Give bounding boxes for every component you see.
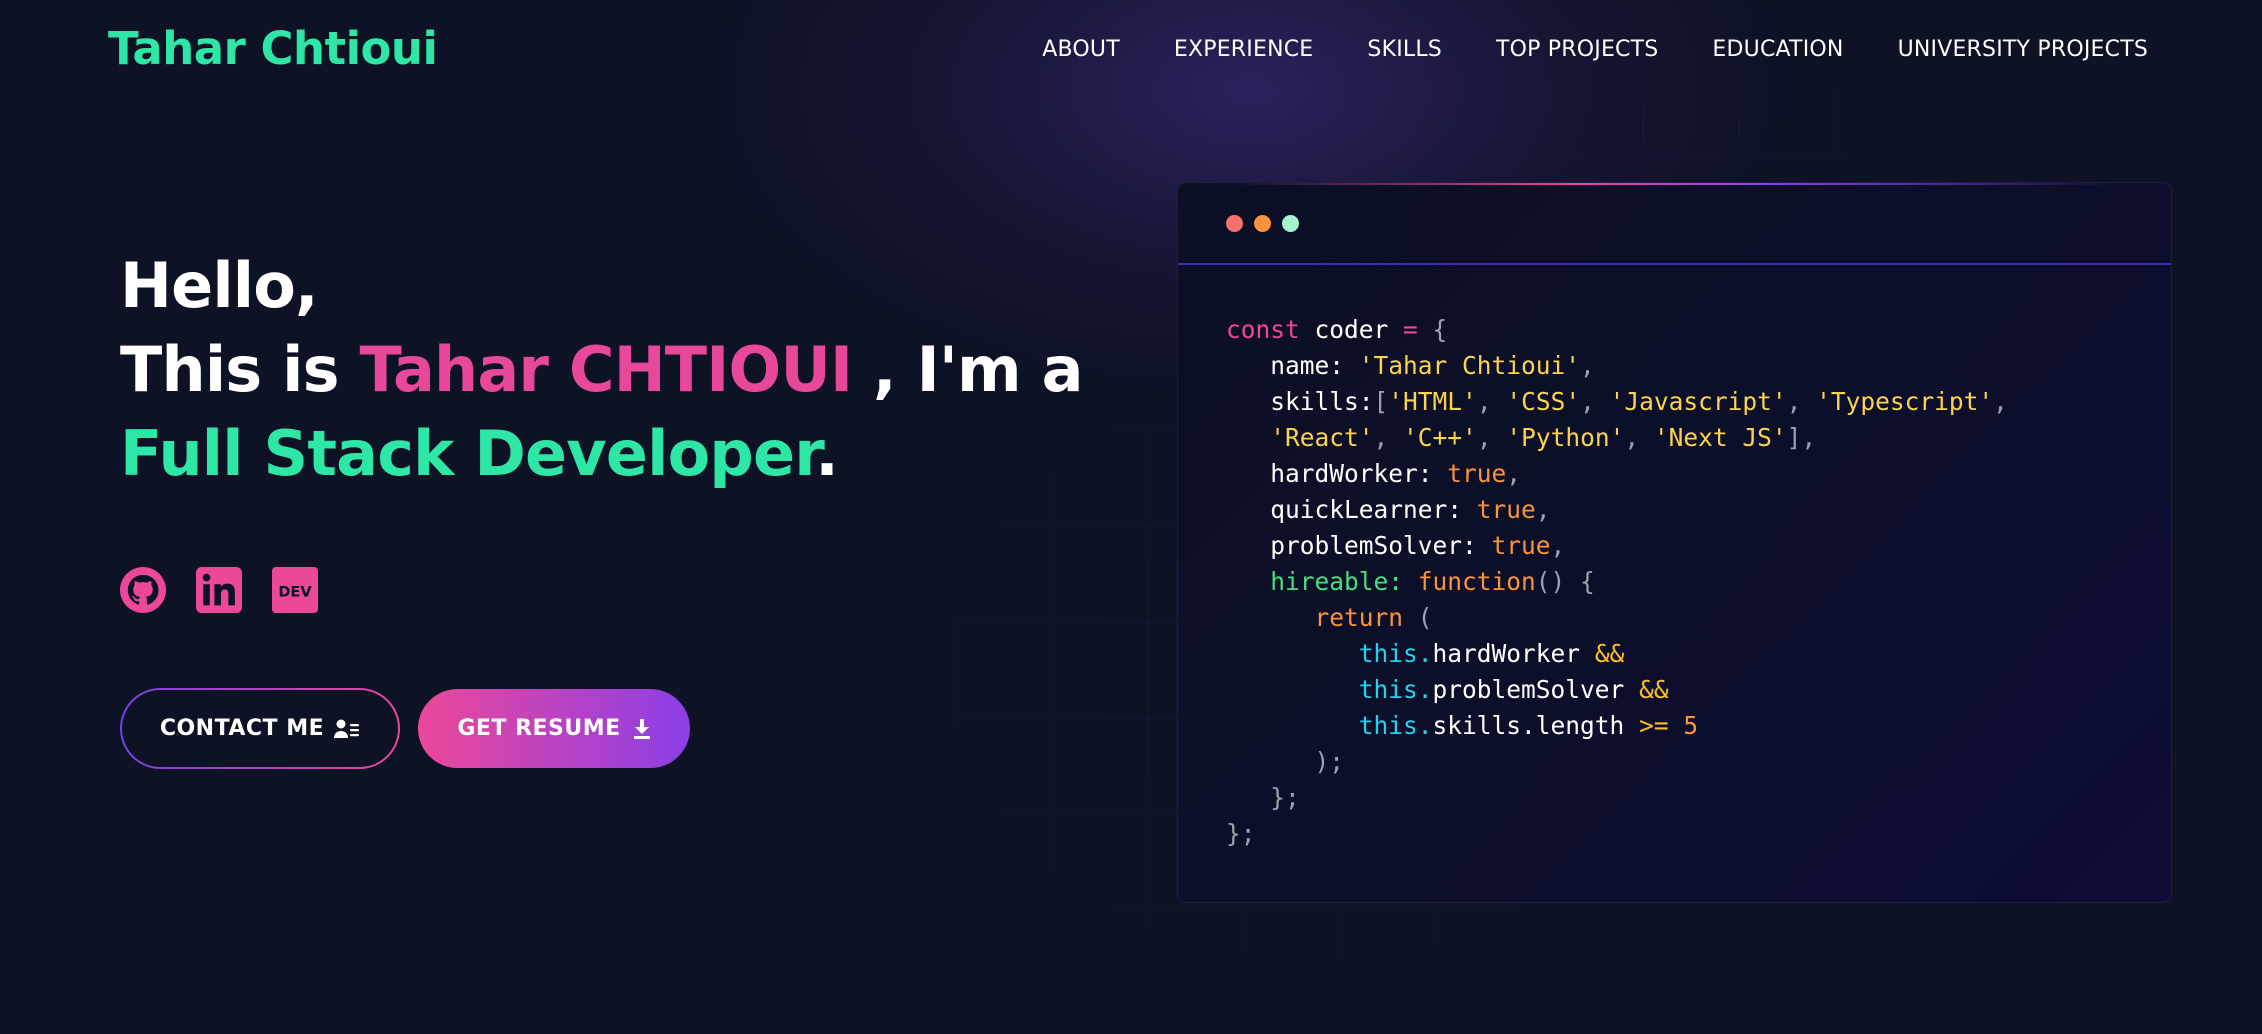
hero-role: Full Stack Developer [120,417,816,490]
code-skill: 'HTML' [1388,387,1477,416]
code-line-5: hardWorker: true, [1270,459,1522,488]
linkedin-link[interactable] [196,567,242,613]
code-number: 5 [1683,711,1699,740]
contact-card-icon [334,718,360,740]
code-name-value: 'Tahar Chtioui' [1358,351,1581,380]
hero-intro-prefix: This is [120,333,360,406]
dev-icon: DEV [272,567,318,613]
code-cond-hardworker: hardWorker [1432,639,1581,668]
code-line-4: 'React', 'C++', 'Python', 'Next JS'], [1270,423,1817,452]
code-line-15: }; [1226,819,1256,848]
code-hireable-key: hireable: [1270,567,1418,596]
code-assign-op: = [1403,315,1418,344]
hero-intro-line: This is Tahar CHTIOUI , I'm a [120,328,1083,412]
code-this: this. [1358,711,1433,740]
code-cond-problemsolver: problemSolver [1432,675,1625,704]
code-skill: 'Typescript' [1816,387,1994,416]
code-true: true [1491,531,1551,560]
window-maximize-dot [1282,214,1299,232]
brand-logo[interactable]: Tahar Chtioui [108,22,438,75]
nav-item-university-projects[interactable]: UNIVERSITY PROJECTS [1898,37,2148,62]
github-link[interactable] [120,567,166,613]
code-quicklearner-key: quickLearner: [1270,495,1477,524]
code-line-7: problemSolver: true, [1270,531,1566,560]
code-line-6: quickLearner: true, [1270,495,1551,524]
code-line-8: hireable: function() { [1270,567,1595,596]
nav-item-about[interactable]: ABOUT [1042,37,1120,62]
get-resume-label: GET RESUME [457,716,621,741]
code-and-op: && [1594,639,1625,668]
contact-me-button-inner: CONTACT ME [122,690,398,767]
nav-item-skills[interactable]: SKILLS [1367,37,1442,62]
hero-period: . [815,417,839,490]
nav-item-top-projects[interactable]: TOP PROJECTS [1496,37,1658,62]
code-skill: 'Next JS' [1653,423,1787,452]
code-true: true [1447,459,1507,488]
code-skill: 'C++' [1403,423,1477,452]
dev-link[interactable]: DEV [272,567,318,613]
code-line-11: this.problemSolver && [1226,672,2008,708]
code-gte-op: >= [1639,711,1669,740]
code-true: true [1476,495,1536,524]
linkedin-icon [196,567,242,613]
hero-greeting: Hello, [120,249,319,322]
code-line-2: name: 'Tahar Chtioui', [1270,351,1595,380]
code-line-3: skills:['HTML', 'CSS', 'Javascript', 'Ty… [1270,387,2008,416]
get-resume-button[interactable]: GET RESUME [418,689,690,768]
code-name-key: name: [1270,351,1359,380]
background-grid-top [1450,60,1950,190]
window-close-dot [1226,214,1243,232]
code-window-accent-line [1178,183,2171,185]
code-window-titlebar [1178,183,2171,265]
code-line-13: ); [1314,747,1345,776]
hero-name: Tahar CHTIOUI [359,333,854,406]
code-const-keyword: const [1226,315,1300,344]
hero-heading: Hello, This is Tahar CHTIOUI , I'm a Ful… [120,244,1083,496]
code-this: this. [1358,639,1433,668]
code-skills-key: skills: [1270,387,1374,416]
main-nav: ABOUT EXPERIENCE SKILLS TOP PROJECTS EDU… [1042,37,2148,62]
code-block: const coder = { name: 'Tahar Chtioui', s… [1226,312,2008,852]
code-function-keyword: function [1417,567,1536,596]
contact-me-label: CONTACT ME [159,716,325,741]
code-open-brace: { [1417,315,1448,344]
code-problemsolver-key: problemSolver: [1270,531,1492,560]
code-return-keyword: return [1314,603,1404,632]
code-skill: 'React' [1270,423,1374,452]
download-icon [633,718,651,739]
code-line-12: this.skills.length >= 5 [1226,708,2008,744]
code-line-9: return ( [1314,603,1433,632]
code-window: const coder = { name: 'Tahar Chtioui', s… [1177,182,2172,903]
window-minimize-dot [1254,214,1271,232]
code-skill: 'Javascript' [1609,387,1787,416]
code-skill: 'CSS' [1506,387,1581,416]
code-hardworker-key: hardWorker: [1270,459,1448,488]
nav-item-education[interactable]: EDUCATION [1712,37,1843,62]
code-skill: 'Python' [1506,423,1625,452]
hero-intro-suffix: , I'm a [852,333,1083,406]
nav-item-experience[interactable]: EXPERIENCE [1174,37,1314,62]
code-cond-skills-length: skills.length [1432,711,1625,740]
contact-me-button[interactable]: CONTACT ME [120,688,400,769]
github-icon [120,567,166,613]
code-line-1: const coder = { [1226,312,2008,348]
code-line-14: }; [1270,783,1300,812]
code-line-10: this.hardWorker && [1226,636,2008,672]
dev-icon-text: DEV [278,584,312,601]
code-this: this. [1358,675,1433,704]
code-and-op: && [1639,675,1669,704]
hero-role-line: Full Stack Developer. [120,412,1083,496]
code-var-name: coder [1299,315,1404,344]
social-links: DEV [120,567,318,613]
